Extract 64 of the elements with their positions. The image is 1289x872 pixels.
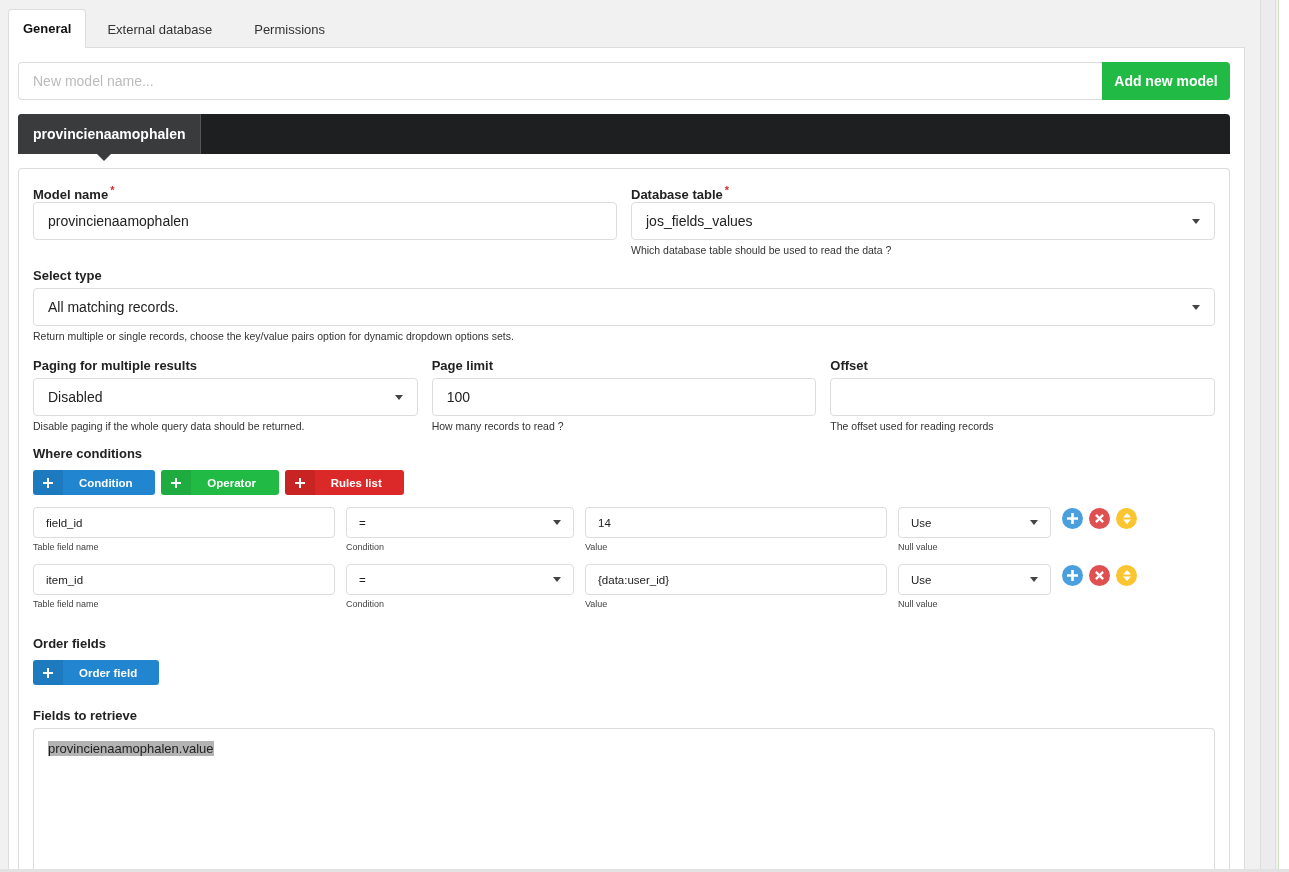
field-label: Model name$^{*}$ — [33, 183, 116, 202]
help-text: How many records to read ? — [431, 420, 565, 433]
condition-select[interactable]: = — [346, 507, 574, 538]
section-label: Fields to retrieve — [33, 707, 139, 725]
help-text: Table field name — [33, 542, 100, 552]
help-text: The offset used for reading records — [830, 420, 995, 433]
add-button[interactable]: Rules list — [284, 470, 404, 495]
field-name-input[interactable]: item_id — [33, 564, 335, 595]
tab[interactable]: Permissions — [233, 10, 346, 48]
model-tab[interactable]: provincienaamophalen — [18, 114, 202, 154]
null-value-select[interactable]: Use — [898, 564, 1051, 595]
help-text: Condition — [346, 599, 386, 609]
dropdown-caret-icon — [1192, 218, 1200, 224]
value-input[interactable]: {data:user_id} — [585, 564, 887, 595]
fields-textarea[interactable]: provincienaamophalen.value — [33, 728, 1215, 869]
select-type-select[interactable]: All matching records. — [33, 288, 1215, 326]
database-table-select[interactable]: jos_fields_values — [631, 202, 1215, 240]
field-label: Offset — [830, 357, 869, 375]
field-label: Database table$^{*}$ — [631, 183, 731, 202]
required-asterisk: * — [110, 184, 115, 196]
add-icon[interactable] — [1062, 508, 1083, 529]
field-label: Page limit — [431, 357, 495, 375]
section-label: Order fields — [33, 635, 107, 653]
help-text: Which database table should be used to read the data ? — [631, 244, 893, 257]
plus-icon — [170, 477, 181, 488]
close-icon[interactable] — [1089, 565, 1110, 586]
plus-icon — [43, 477, 53, 488]
sort-icon[interactable] — [1116, 565, 1137, 586]
dropdown-caret-icon — [553, 577, 561, 582]
field-label: Select type — [33, 267, 103, 285]
add-button[interactable]: Condition — [33, 470, 155, 495]
plus-icon — [43, 667, 53, 678]
text-input[interactable]: 100 — [431, 378, 817, 416]
dropdown-caret-icon — [394, 394, 403, 400]
sort-icon[interactable] — [1116, 508, 1137, 529]
model-name-input[interactable]: provincienaamophalen — [33, 202, 617, 240]
value-input[interactable]: 14 — [585, 507, 887, 538]
add-button[interactable]: Order field — [33, 660, 160, 685]
dropdown-caret-icon — [553, 520, 561, 525]
dropdown-caret-icon — [1030, 520, 1038, 525]
tab-pointer — [97, 154, 111, 161]
null-value-select[interactable]: Use — [898, 507, 1051, 538]
add-icon[interactable] — [1062, 565, 1083, 586]
help-text: Value — [585, 542, 609, 552]
help-text: Disable paging if the whole query data should be returned. — [33, 420, 306, 433]
help-text: Null value — [898, 599, 939, 609]
help-text: Null value — [898, 542, 939, 552]
field-label: Paging for multiple results — [33, 357, 198, 375]
help-text: Table field name — [33, 599, 100, 609]
tab[interactable]: General — [8, 9, 87, 48]
section-label: Where conditions — [33, 445, 144, 463]
close-icon[interactable] — [1089, 508, 1110, 529]
required-asterisk: * — [724, 184, 730, 196]
text-input[interactable] — [830, 378, 1215, 416]
dropdown-caret-icon — [1030, 577, 1038, 582]
tab[interactable]: External database — [86, 10, 234, 48]
condition-select[interactable]: = — [346, 564, 574, 595]
field-name-input[interactable]: field_id — [33, 507, 335, 538]
paging-select[interactable]: Disabled — [33, 378, 418, 416]
help-text: Condition — [346, 542, 386, 552]
dropdown-caret-icon — [1192, 304, 1200, 310]
plus-icon — [294, 477, 305, 488]
help-text: Return multiple or single records, choose the key/value pairs option for dynamic dropdown options sets. — [33, 330, 515, 343]
help-text: Value — [585, 599, 609, 609]
